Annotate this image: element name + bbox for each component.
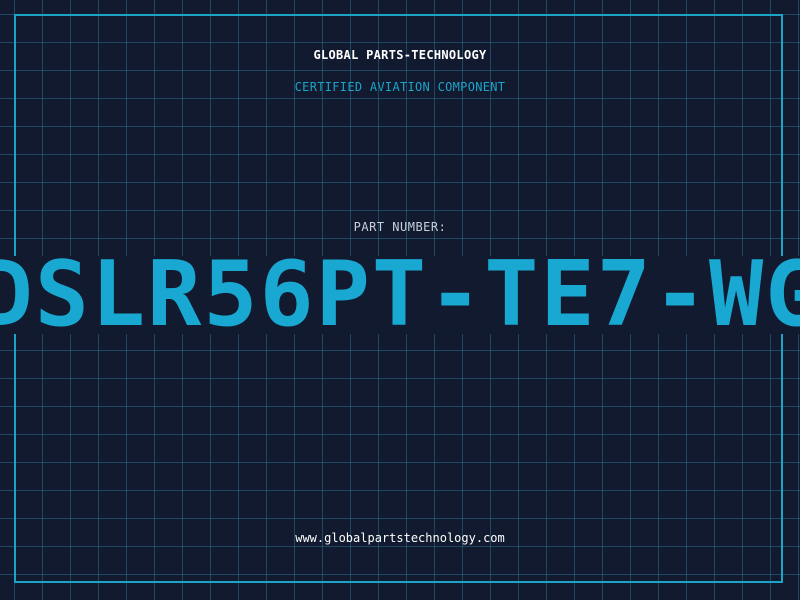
certification-subtitle: CERTIFIED AVIATION COMPONENT [294,80,506,94]
part-number-label: PART NUMBER: [353,220,447,234]
part-number-band: LEDSLR56PT-TE7-WGRN [0,256,800,334]
part-number-value: LEDSLR56PT-TE7-WGRN [0,256,800,334]
label-canvas: GLOBAL PARTS-TECHNOLOGY CERTIFIED AVIATI… [0,0,800,600]
company-name: GLOBAL PARTS-TECHNOLOGY [313,48,487,62]
website-url: www.globalpartstechnology.com [295,531,505,545]
